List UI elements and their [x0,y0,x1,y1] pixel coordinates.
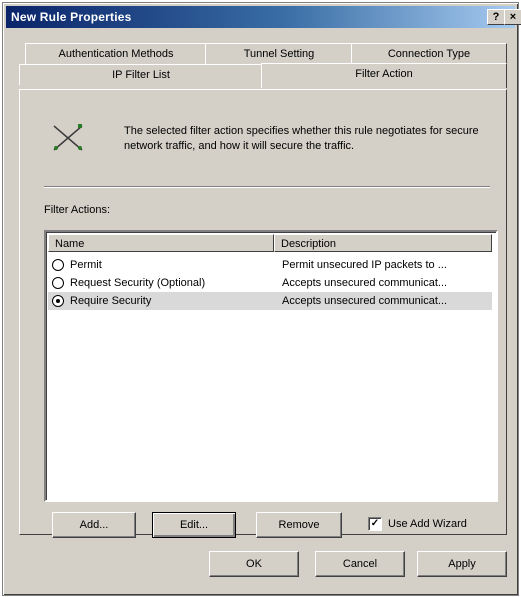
add-button[interactable]: Add... [52,512,136,538]
use-add-wizard-label: Use Add Wizard [388,518,467,530]
title-bar[interactable]: New Rule Properties ? × [6,6,521,28]
item-description: Accepts unsecured communicat... [282,277,448,289]
tab-ip-filter-list[interactable]: IP Filter List [19,64,263,85]
help-button[interactable]: ? [487,9,505,25]
window-title: New Rule Properties [11,10,132,24]
close-button[interactable]: × [504,9,521,25]
filter-actions-label: Filter Actions: [44,204,111,216]
dialog-window: New Rule Properties ? × Authentication M… [2,2,521,596]
radio-button[interactable] [52,259,64,271]
filter-actions-list[interactable]: Name Description Permit Permit unsecured… [44,230,498,502]
column-header-name[interactable]: Name [48,234,274,252]
apply-button[interactable]: Apply [417,551,507,577]
item-name: Request Security (Optional) [70,277,206,289]
radio-button-selected[interactable] [52,295,64,307]
item-name: Require Security [70,295,152,307]
radio-button[interactable] [52,277,64,289]
tab-connection-type[interactable]: Connection Type [351,43,507,64]
cancel-button[interactable]: Cancel [315,551,405,577]
filter-action-panel: The selected filter action specifies whe… [19,89,507,538]
edit-button[interactable]: Edit... [152,512,236,538]
ok-button[interactable]: OK [209,551,299,577]
separator [44,186,490,188]
list-item[interactable]: Require Security Accepts unsecured commu… [48,292,492,310]
item-description: Accepts unsecured communicat... [282,295,448,307]
item-description: Permit unsecured IP packets to ... [282,259,447,271]
use-add-wizard-checkbox[interactable]: ✓ [368,517,382,531]
filter-action-description: The selected filter action specifies whe… [124,125,479,152]
tab-authentication-methods[interactable]: Authentication Methods [25,43,207,64]
crossed-cable-icon [53,124,83,151]
list-item[interactable]: Permit Permit unsecured IP packets to ..… [48,256,492,274]
item-name: Permit [70,259,102,271]
remove-button[interactable]: Remove [256,512,342,538]
tab-filter-action[interactable]: Filter Action [261,63,507,88]
column-header-description[interactable]: Description [274,234,492,252]
list-item[interactable]: Request Security (Optional) Accepts unse… [48,274,492,292]
tab-tunnel-setting[interactable]: Tunnel Setting [205,43,353,64]
